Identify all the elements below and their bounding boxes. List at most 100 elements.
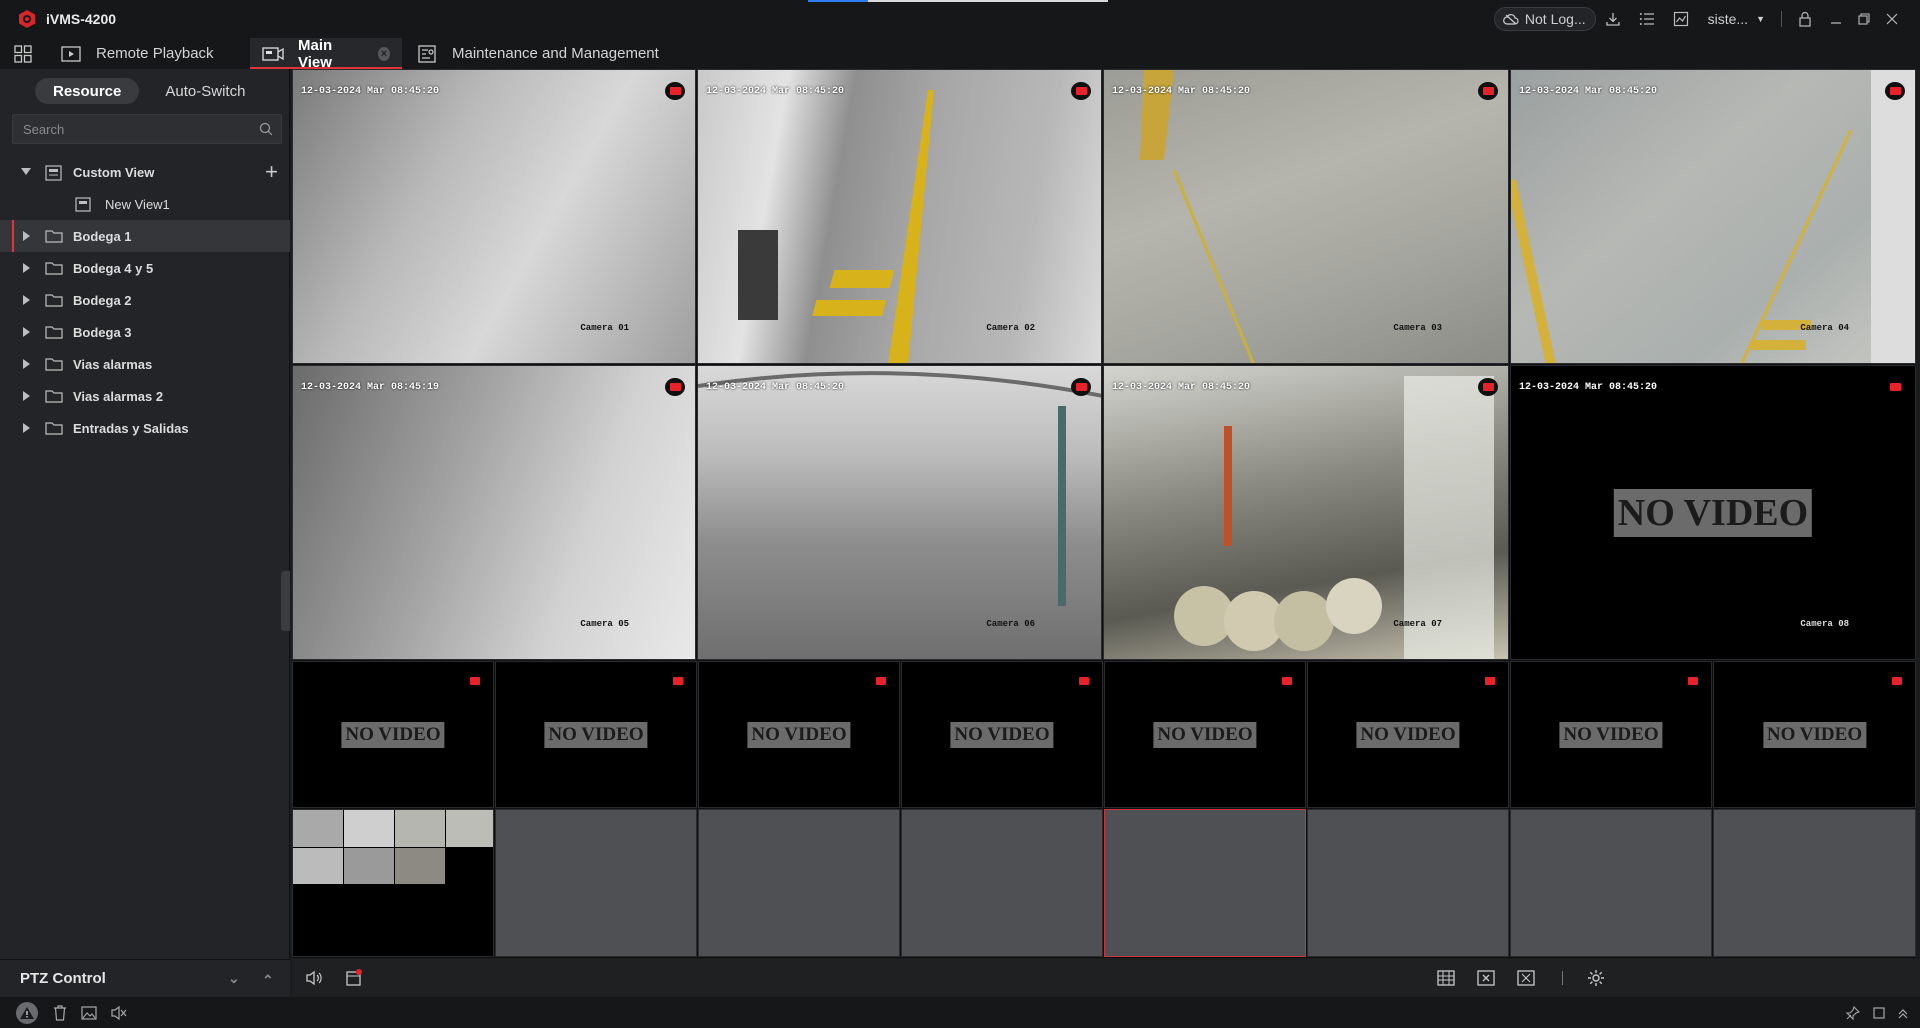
tree-node-group[interactable]: Entradas y Salidas (0, 412, 290, 444)
video-tile[interactable]: 12-03-2024 Mar 08:45:20 Camera 07 (1103, 365, 1509, 660)
expand-up-icon[interactable] (1894, 1007, 1912, 1019)
video-tile[interactable]: 12-03-2024 Mar 08:45:20 Camera 04 (1510, 69, 1916, 364)
lock-icon[interactable] (1788, 7, 1822, 31)
tree-node-group[interactable]: Bodega 2 (0, 284, 290, 316)
maximize-panel-icon[interactable] (1870, 1006, 1888, 1019)
tree-node-new-view[interactable]: New View1 (0, 188, 290, 220)
delete-icon[interactable] (52, 1004, 68, 1021)
tree-node-group[interactable]: Vias alarmas (0, 348, 290, 380)
video-tile[interactable]: 12-03-2024 Mar 08:45:20 Camera 06 (697, 365, 1102, 660)
video-tile[interactable]: NO VIDEO (1510, 661, 1712, 808)
empty-video-tile[interactable] (698, 809, 900, 957)
tab-maintenance[interactable]: Maintenance and Management (404, 38, 671, 69)
volume-icon[interactable] (304, 970, 324, 986)
settings-gear-icon[interactable] (1586, 969, 1606, 987)
record-icon[interactable] (1891, 675, 1903, 687)
tree-node-group[interactable]: Bodega 4 y 5 (0, 252, 290, 284)
record-icon[interactable] (665, 82, 685, 100)
tab-main-view[interactable]: Main View × (250, 37, 402, 71)
record-icon[interactable] (1687, 675, 1699, 687)
empty-video-tile[interactable] (1307, 809, 1509, 957)
video-tile[interactable]: NO VIDEO (1104, 661, 1306, 808)
video-tile[interactable]: NO VIDEO (495, 661, 697, 808)
caret-right-icon[interactable] (21, 231, 31, 241)
video-tile[interactable]: 12-03-2024 Mar 08:45:20 NO VIDEO Camera … (1510, 365, 1916, 660)
empty-video-tile[interactable] (1713, 809, 1916, 957)
mute-icon[interactable] (110, 1005, 128, 1020)
record-icon[interactable] (1478, 82, 1498, 100)
caret-right-icon[interactable] (21, 295, 31, 305)
caret-right-icon[interactable] (21, 327, 31, 337)
tab-auto-switch[interactable]: Auto-Switch (147, 78, 263, 104)
chevron-up-icon[interactable]: ⌃ (262, 972, 274, 989)
record-icon[interactable] (1071, 378, 1091, 396)
video-tile[interactable]: NO VIDEO (901, 661, 1103, 808)
tab-resource[interactable]: Resource (35, 78, 140, 104)
record-icon[interactable] (1281, 675, 1293, 687)
ptz-control-panel[interactable]: PTZ Control ⌄ ⌃ (0, 959, 290, 997)
search-icon[interactable] (259, 122, 273, 139)
tab-remote-playback[interactable]: Remote Playback (48, 38, 238, 69)
minimize-icon[interactable] (1822, 7, 1850, 31)
camera-name-overlay: Camera 07 (1393, 619, 1442, 629)
video-tile[interactable]: NO VIDEO (1713, 661, 1916, 808)
record-icon[interactable] (875, 675, 887, 687)
caret-right-icon[interactable] (21, 391, 31, 401)
tree-node-group[interactable]: Bodega 3 (0, 316, 290, 348)
record-icon[interactable] (672, 675, 684, 687)
alarm-warning-icon[interactable] (16, 1001, 38, 1024)
video-tile[interactable]: 12-03-2024 Mar 08:45:20 Camera 02 (697, 69, 1102, 364)
caret-down-icon[interactable] (21, 168, 31, 176)
empty-video-tile[interactable] (1510, 809, 1712, 957)
statistics-icon[interactable] (1664, 7, 1698, 31)
camera-view-icon (262, 45, 284, 63)
search-field[interactable]: Search (12, 114, 282, 144)
pin-icon[interactable] (1844, 1005, 1862, 1020)
video-tile[interactable]: NO VIDEO (1307, 661, 1509, 808)
tree-node-custom-view[interactable]: Custom View + (0, 156, 290, 188)
record-icon[interactable] (1078, 675, 1090, 687)
video-tile[interactable]: 12-03-2024 Mar 08:45:19 Camera 05 (292, 365, 696, 660)
add-view-icon[interactable]: + (265, 161, 278, 183)
video-tile[interactable]: NO VIDEO (292, 661, 494, 808)
record-all-icon[interactable] (344, 969, 364, 987)
caret-right-icon[interactable] (21, 423, 31, 433)
record-icon[interactable] (1885, 82, 1905, 100)
video-tile[interactable]: 12-03-2024 Mar 08:45:20 Camera 01 (292, 69, 696, 364)
download-icon[interactable] (1596, 7, 1630, 31)
no-video-label: NO VIDEO (950, 721, 1054, 748)
camera-name-overlay: Camera 06 (986, 619, 1035, 629)
restore-icon[interactable] (1850, 7, 1878, 31)
tree-node-group[interactable]: Bodega 1 (0, 220, 290, 252)
fullscreen-icon[interactable] (1516, 970, 1536, 986)
record-icon[interactable] (1071, 82, 1091, 100)
task-list-icon[interactable] (1630, 7, 1664, 31)
search-input[interactable]: Search (23, 122, 64, 137)
user-menu[interactable]: siste... ▼ (1698, 11, 1775, 27)
sidebar-collapse-handle[interactable] (281, 571, 290, 631)
record-icon[interactable] (1885, 378, 1905, 396)
window-layout-icon[interactable] (1436, 970, 1456, 986)
empty-video-tile[interactable] (901, 809, 1103, 957)
caret-right-icon[interactable] (21, 263, 31, 273)
no-video-label: NO VIDEO (1559, 721, 1663, 748)
video-tile[interactable]: NO VIDEO (698, 661, 900, 808)
image-icon[interactable] (80, 1005, 98, 1020)
cloud-login-button[interactable]: Not Log... (1493, 7, 1596, 31)
video-tile-mosaic[interactable] (292, 809, 494, 957)
record-icon[interactable] (1478, 378, 1498, 396)
module-grid-button[interactable] (0, 38, 48, 69)
record-icon[interactable] (469, 675, 481, 687)
empty-video-tile-selected[interactable] (1104, 809, 1306, 957)
close-all-windows-icon[interactable] (1476, 970, 1496, 986)
tree-node-group[interactable]: Vias alarmas 2 (0, 380, 290, 412)
no-video-label: NO VIDEO (747, 721, 851, 748)
close-icon[interactable] (1878, 7, 1906, 31)
close-tab-icon[interactable]: × (377, 46, 390, 61)
caret-right-icon[interactable] (21, 359, 31, 369)
video-tile[interactable]: 12-03-2024 Mar 08:45:20 Camera 03 (1103, 69, 1509, 364)
chevron-down-icon[interactable]: ⌄ (228, 970, 240, 987)
record-icon[interactable] (665, 378, 685, 396)
empty-video-tile[interactable] (495, 809, 697, 957)
record-icon[interactable] (1484, 675, 1496, 687)
